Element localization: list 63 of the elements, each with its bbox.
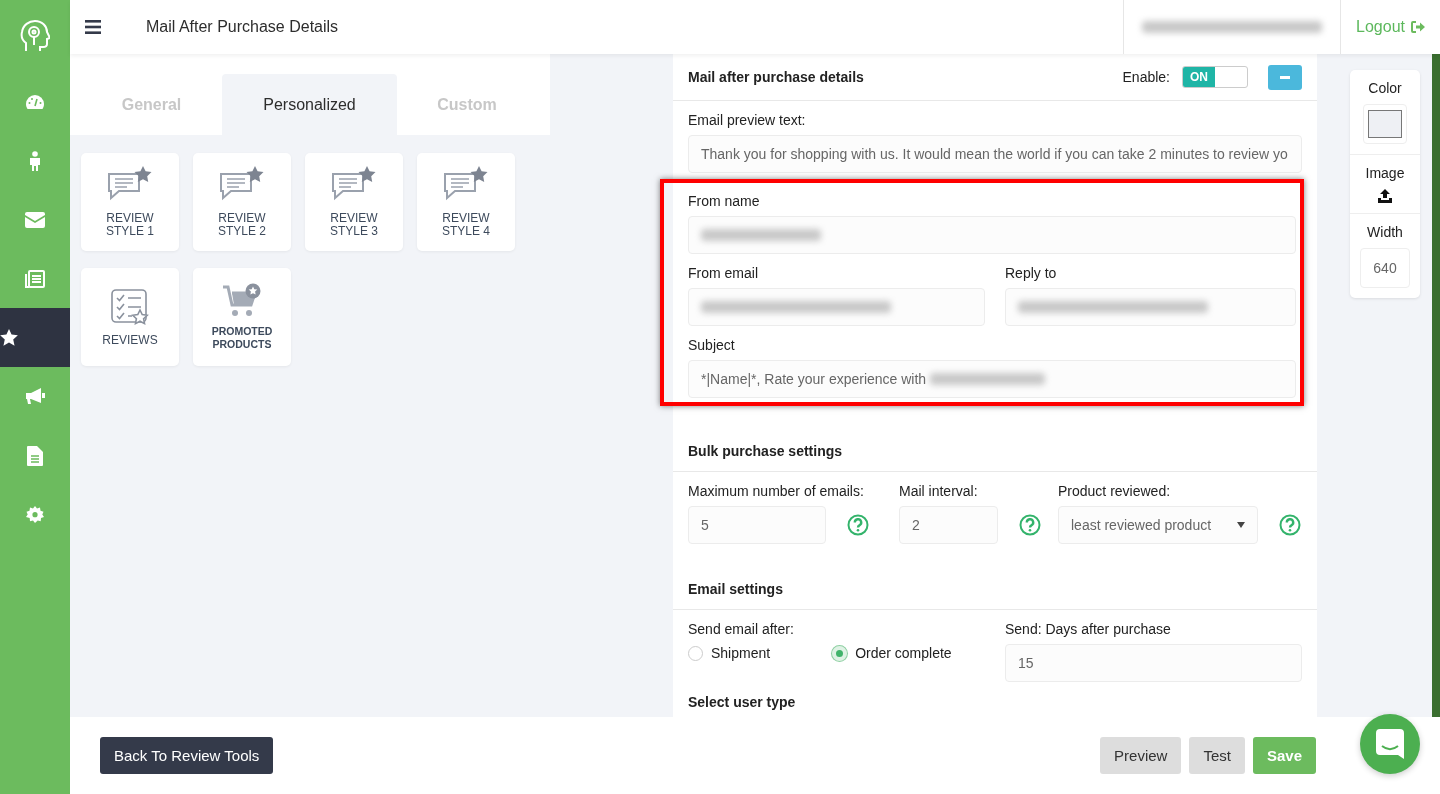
menu-icon[interactable] <box>85 20 101 34</box>
field-label: Email preview text: <box>688 112 807 128</box>
gauge-icon <box>25 93 45 110</box>
width-label: Width <box>1367 224 1403 240</box>
enable-label: Enable: <box>1122 69 1170 85</box>
color-label: Color <box>1368 80 1402 96</box>
template-tile[interactable]: REVIEWS <box>81 268 179 366</box>
caret-icon <box>1237 522 1245 528</box>
field-label: Send email after: <box>688 621 795 637</box>
template-tile[interactable]: REVIEW STYLE 3 <box>305 153 403 251</box>
template-tile[interactable]: REVIEW STYLE 4 <box>417 153 515 251</box>
collapse-button[interactable] <box>1268 64 1302 90</box>
radio-option[interactable]: Order complete <box>832 645 952 661</box>
template-tile[interactable]: REVIEW STYLE 1 <box>81 153 179 251</box>
page-title: Mail After Purchase Details <box>146 18 339 36</box>
field-label: Product reviewed: <box>1058 483 1172 499</box>
from-name-field[interactable] <box>688 216 1296 254</box>
megaphone-icon <box>25 388 45 405</box>
upload-icon[interactable] <box>1378 189 1392 203</box>
from-email-field[interactable] <box>688 288 985 326</box>
help-icon[interactable] <box>847 514 869 536</box>
help-icon[interactable] <box>1279 514 1301 536</box>
sign-out-icon <box>1411 21 1425 33</box>
footer-button[interactable]: Preview <box>1100 737 1182 774</box>
section-title: Select user type <box>688 694 797 710</box>
number-field[interactable]: 5 <box>688 506 826 544</box>
field-label: From name <box>688 193 761 209</box>
document-icon <box>27 445 43 466</box>
template-tile[interactable]: PROMOTED PRODUCTS <box>193 268 291 366</box>
help-icon[interactable] <box>1019 514 1041 536</box>
image-label: Image <box>1365 165 1405 181</box>
settings-icon <box>26 505 44 524</box>
product-select[interactable]: least reviewed product <box>1058 506 1258 544</box>
chat-bubble-icon <box>1376 729 1404 759</box>
number-field[interactable]: 2 <box>899 506 998 544</box>
section-title: Bulk purchase settings <box>688 443 843 459</box>
field-label: Maximum number of emails: <box>688 483 865 499</box>
star-icon <box>0 329 18 346</box>
cart-star-icon <box>222 283 262 319</box>
field-label: Send: Days after purchase <box>1005 621 1172 637</box>
person-icon <box>29 150 41 171</box>
color-swatch[interactable] <box>1363 104 1407 144</box>
checklist-star-icon <box>110 287 150 328</box>
section-title: Mail after purchase details <box>688 69 864 85</box>
width-field[interactable]: 640 <box>1360 248 1410 288</box>
envelope-icon <box>25 211 45 228</box>
field-label: Reply to <box>1005 265 1058 281</box>
radio-button[interactable] <box>688 645 703 661</box>
head-logo-icon <box>20 20 50 52</box>
reply-to-field[interactable] <box>1005 288 1296 326</box>
section-title: Email settings <box>688 581 783 597</box>
field-label: Subject <box>688 337 736 353</box>
radio-option[interactable]: Shipment <box>688 645 771 661</box>
nav-item[interactable] <box>0 308 70 367</box>
newspaper-icon <box>25 269 45 288</box>
subject-field[interactable]: *|Name|*, Rate your experience with <box>688 360 1296 398</box>
footer-button[interactable]: Test <box>1189 737 1245 774</box>
template-tile[interactable]: REVIEW STYLE 2 <box>193 153 291 251</box>
field-label: From email <box>688 265 759 281</box>
back-button[interactable]: Back To Review Tools <box>100 737 274 774</box>
tab[interactable]: Personalized <box>222 74 397 135</box>
preview-text-field[interactable]: Thank you for shopping with us. It would mean the world if you can take 2 minutes to review yo <box>688 135 1302 173</box>
days-field[interactable]: 15 <box>1005 644 1302 682</box>
